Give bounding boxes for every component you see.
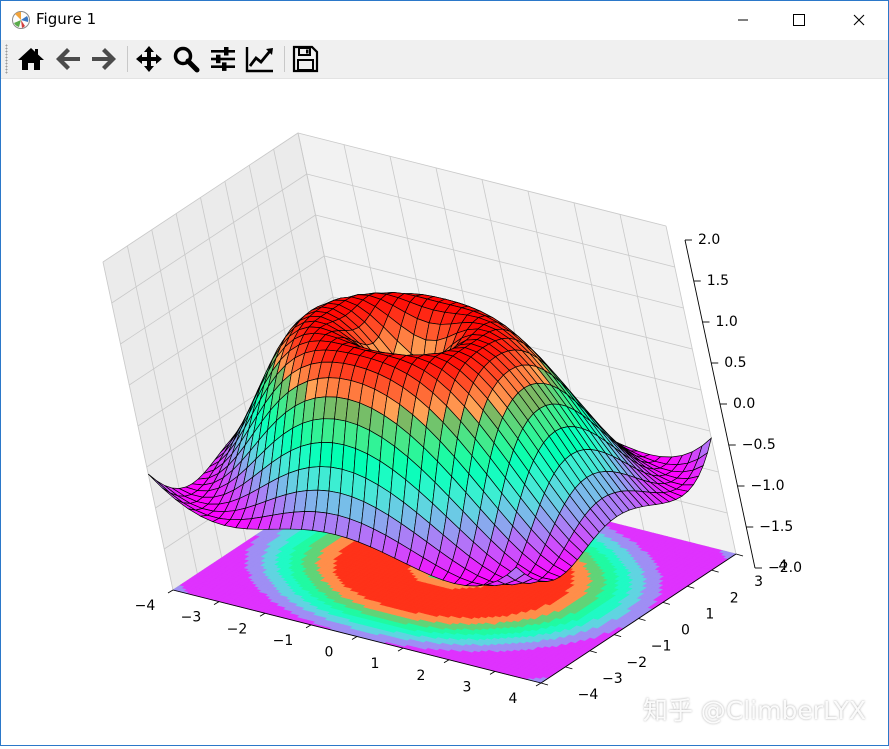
zoom-icon	[173, 46, 200, 73]
forward-arrow-icon	[92, 48, 116, 70]
edit-axis-button[interactable]	[244, 44, 276, 74]
toolbar-grip[interactable]	[5, 44, 8, 74]
maximize-icon	[793, 14, 805, 26]
back-arrow-icon	[56, 48, 80, 70]
window-title: Figure 1	[36, 10, 97, 28]
home-button[interactable]	[15, 44, 47, 74]
navigation-toolbar	[1, 40, 888, 79]
matplotlib-icon	[11, 10, 31, 30]
toolbar-separator	[284, 46, 285, 72]
pan-icon	[136, 46, 162, 72]
title-bar[interactable]: Figure 1	[1, 1, 888, 39]
save-icon	[292, 45, 319, 73]
edit-axis-icon	[245, 47, 273, 73]
figure-canvas[interactable]: −4 −3 −2 −1 0 1 2 3 4 −4 −3 −2 −1 0 1 2 3 4 −2.0 −1.5 −1.0 −0…	[1, 79, 888, 745]
home-icon	[18, 48, 44, 70]
subplots-icon	[211, 47, 235, 71]
save-button[interactable]	[289, 44, 321, 74]
back-button[interactable]	[52, 44, 84, 74]
close-button[interactable]	[836, 1, 882, 39]
figure-window: Figure 1 −4 −3 −2 −1 0 1 2 3 4 −4 −3 −2 …	[0, 0, 889, 746]
pan-button[interactable]	[133, 44, 165, 74]
minimize-icon	[738, 19, 748, 21]
subplots-button[interactable]	[207, 44, 239, 74]
close-icon	[853, 14, 865, 26]
surface-plot: −4−3−2−101234 −4−3−2−101234−2.0−1.5−1.0−0…	[102, 132, 802, 707]
zoom-button[interactable]	[170, 44, 202, 74]
maximize-button[interactable]	[776, 1, 822, 39]
forward-button[interactable]	[88, 44, 120, 74]
minimize-button[interactable]	[720, 1, 766, 39]
toolbar-separator	[127, 46, 128, 72]
